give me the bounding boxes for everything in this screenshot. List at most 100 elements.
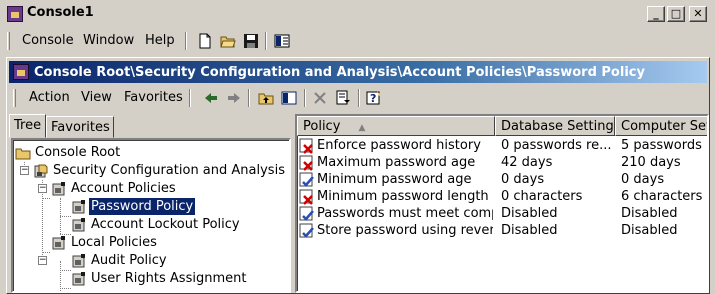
tree-connector [60, 216, 71, 217]
menubar-grip[interactable] [7, 32, 10, 50]
policy-name: Minimum password age [317, 172, 472, 187]
tree-node-label: User Rights Assignment [91, 271, 247, 286]
help-icon[interactable]: ? [366, 90, 382, 106]
computer-setting: 210 days [621, 155, 681, 170]
computer-setting: 6 characters [621, 189, 703, 204]
computer-setting: Disabled [621, 206, 678, 221]
console-child-window: Console Root\Security Configuration and … [6, 57, 710, 294]
menu-console[interactable]: Console [22, 33, 74, 48]
tree-node-label: Account Lockout Policy [91, 217, 240, 232]
save-disk-icon[interactable] [243, 33, 259, 49]
policy-folder-icon [72, 254, 85, 268]
database-setting: 0 days [501, 172, 545, 187]
menu-help[interactable]: Help [145, 33, 175, 48]
column-header-label: Policy [303, 119, 341, 134]
list-row[interactable]: Store password using revers... Disabled … [297, 223, 707, 240]
child-menubar-grip[interactable] [13, 89, 16, 107]
tree-node-label: Password Policy [87, 197, 197, 216]
tree-collapse-toggle[interactable]: − [38, 184, 47, 193]
up-folder-icon[interactable] [258, 90, 274, 106]
export-list-icon[interactable] [335, 90, 351, 106]
tree-connector [60, 270, 71, 271]
tree-tabs: Tree Favorites [9, 114, 291, 138]
maximize-button[interactable]: □ [667, 6, 685, 22]
menu-action[interactable]: Action [29, 90, 70, 105]
tree-pane: Tree Favorites Console Root − Security C… [9, 114, 291, 293]
tab-favorites[interactable]: Favorites [46, 116, 114, 138]
list-row[interactable]: Maximum password age 42 days 210 days [297, 155, 707, 172]
database-setting: Disabled [501, 206, 558, 221]
column-header-policy[interactable]: Policy ▲ [297, 116, 495, 136]
delete-icon[interactable] [312, 90, 328, 106]
tree-connector [42, 198, 50, 199]
database-setting: 42 days [501, 155, 553, 170]
tree-collapse-toggle[interactable]: − [38, 256, 47, 265]
policy-match-icon [299, 223, 314, 238]
tree-node-label: Audit Policy [91, 253, 167, 268]
policy-match-icon [299, 206, 314, 221]
toolbar-separator [358, 89, 360, 107]
policy-folder-icon [52, 182, 65, 196]
child-titlebar: Console Root\Security Configuration and … [9, 61, 707, 83]
toolbar-separator [248, 89, 250, 107]
tree-node-label: Account Policies [71, 181, 176, 196]
close-button[interactable]: ✕ [689, 6, 707, 22]
toolbar-separator [189, 89, 191, 107]
sort-ascending-icon: ▲ [358, 123, 366, 133]
policy-match-icon [299, 172, 314, 187]
policy-folder-icon [72, 218, 85, 232]
list-row[interactable]: Minimum password age 0 days 0 days [297, 172, 707, 189]
column-header-database-setting[interactable]: Database Setting [495, 116, 615, 136]
list-row[interactable]: Minimum password length 0 characters 6 c… [297, 189, 707, 206]
policy-name: Store password using revers... [317, 223, 493, 238]
menu-view[interactable]: View [81, 90, 112, 105]
tree-collapse-toggle[interactable]: − [20, 166, 29, 175]
console-window-icon[interactable] [13, 64, 29, 80]
forward-arrow-icon[interactable] [226, 90, 242, 106]
column-header-label: Database Setting [501, 119, 614, 134]
toolbar-separator [265, 32, 267, 50]
tree-connector [60, 288, 71, 289]
svg-text:?: ? [370, 92, 376, 105]
column-header-computer-setting[interactable]: Computer Setting [615, 116, 709, 136]
child-menubar: Action View Favorites ? [9, 85, 707, 111]
tab-tree[interactable]: Tree [9, 114, 46, 138]
toolbar-separator [185, 32, 187, 50]
policy-name: Minimum password length [317, 189, 489, 204]
menu-window[interactable]: Window [83, 33, 134, 48]
open-folder-icon[interactable] [220, 33, 236, 49]
window-titlebar: Console1 _ □ ✕ [0, 0, 715, 28]
mmc-app-icon[interactable] [7, 6, 23, 22]
folder-icon [15, 148, 31, 160]
policy-name: Passwords must meet compl... [317, 206, 493, 221]
tree-node-label: Console Root [35, 145, 121, 160]
database-setting: 0 characters [501, 189, 583, 204]
list-row[interactable]: Enforce password history 0 passwords re.… [297, 138, 707, 155]
back-arrow-icon[interactable] [203, 90, 219, 106]
main-menubar: Console Window Help [0, 28, 715, 54]
policy-folder-icon [72, 272, 85, 286]
tree-view[interactable]: Console Root − Security Configuration an… [11, 138, 291, 293]
policy-folder-icon [52, 236, 65, 250]
toolbar-separator [304, 89, 306, 107]
policy-name: Enforce password history [317, 138, 481, 153]
list-row[interactable]: Passwords must meet compl... Disabled Di… [297, 206, 707, 223]
new-document-icon[interactable] [197, 33, 213, 49]
properties-icon[interactable] [274, 33, 290, 49]
tree-node-label: Security Configuration and Analysis [53, 163, 285, 178]
show-tree-icon[interactable] [281, 90, 297, 106]
computer-setting: 0 days [621, 172, 665, 187]
minimize-button[interactable]: _ [647, 6, 665, 22]
policy-mismatch-icon [299, 155, 313, 171]
child-window-title: Console Root\Security Configuration and … [34, 65, 645, 80]
database-setting: Disabled [501, 223, 558, 238]
column-header-label: Computer Setting [621, 119, 709, 134]
results-list[interactable]: Policy ▲ Database Setting Computer Setti… [295, 114, 709, 293]
menu-favorites[interactable]: Favorites [124, 90, 183, 105]
policy-mismatch-icon [299, 189, 313, 205]
computer-setting: Disabled [621, 223, 678, 238]
window-title: Console1 [27, 5, 94, 20]
security-analysis-icon [34, 164, 48, 178]
policy-name: Maximum password age [317, 155, 476, 170]
tree-node-label: Local Policies [71, 235, 157, 250]
